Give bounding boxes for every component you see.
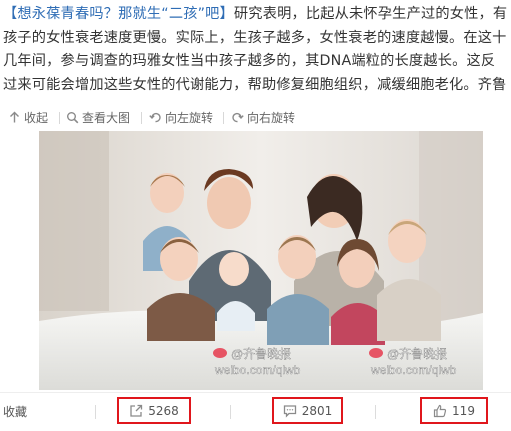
collapse-label: 收起: [24, 111, 49, 125]
comment-button[interactable]: 2801: [272, 397, 343, 424]
toolbar-divider: [223, 112, 224, 124]
post-source-link[interactable]: 齐鲁: [478, 77, 507, 93]
arrow-up-icon: [10, 111, 19, 123]
toolbar-divider: [141, 112, 142, 124]
share-arrow-icon: [130, 404, 143, 417]
post-text: 【想永葆青春吗？那就生“二孩”吧】研究表明，比起从未怀孕生产过的女性，有孩子的女…: [3, 3, 508, 97]
action-bar: 收藏 5268 2801 119: [0, 392, 511, 431]
rotate-left-label: 向左旋转: [165, 111, 214, 125]
repost-count: 5268: [148, 403, 179, 418]
photo-person: [160, 237, 198, 281]
comment-count: 2801: [301, 403, 333, 418]
photo-person: [388, 219, 426, 263]
rotate-left-icon: [149, 112, 161, 123]
toolbar-divider: [59, 112, 60, 124]
post-image[interactable]: @齐鲁晚报 weibo.com/qlwb @齐鲁晚报 weibo.com/qlw…: [39, 131, 483, 390]
post-topic-link[interactable]: 【想永葆青春吗？那就生“二孩”吧】: [3, 6, 234, 22]
photo-window-shadow: [39, 131, 109, 311]
magnifier-icon: [67, 112, 79, 124]
action-divider: [230, 405, 231, 419]
photo-person: [267, 294, 329, 345]
photo-person: [377, 279, 441, 341]
action-divider: [375, 405, 376, 419]
like-button[interactable]: 119: [420, 397, 488, 424]
rotate-right-label: 向右旋转: [247, 111, 296, 125]
favorite-button[interactable]: 收藏: [3, 403, 27, 420]
watermark-url-left: weibo.com/qlwb: [214, 363, 301, 377]
photo-person: [207, 177, 251, 229]
view-large-button[interactable]: 查看大图: [66, 109, 130, 126]
rotate-left-button[interactable]: 向左旋转: [149, 109, 213, 126]
watermark-name-right: @齐鲁晚报: [387, 346, 447, 361]
watermark-url-right: weibo.com/qlwb: [370, 363, 457, 377]
favorite-label: 收藏: [3, 405, 28, 419]
photo-person: [150, 173, 184, 213]
family-photo: @齐鲁晚报 weibo.com/qlwb @齐鲁晚报 weibo.com/qlw…: [39, 131, 483, 390]
watermark-name-left: @齐鲁晚报: [231, 346, 291, 361]
photo-person: [278, 235, 316, 279]
rotate-right-button[interactable]: 向右旋转: [231, 109, 295, 126]
view-large-label: 查看大图: [82, 111, 131, 125]
repost-button[interactable]: 5268: [117, 397, 191, 424]
rotate-right-icon: [232, 112, 244, 123]
comment-bubble-icon: [283, 404, 296, 418]
image-toolbar: 收起 查看大图 向左旋转 向右旋转: [0, 104, 511, 130]
action-divider: [95, 405, 96, 419]
thumbs-up-icon: [433, 404, 447, 417]
photo-person: [219, 252, 249, 286]
collapse-button[interactable]: 收起: [8, 109, 48, 126]
like-count: 119: [452, 403, 475, 418]
